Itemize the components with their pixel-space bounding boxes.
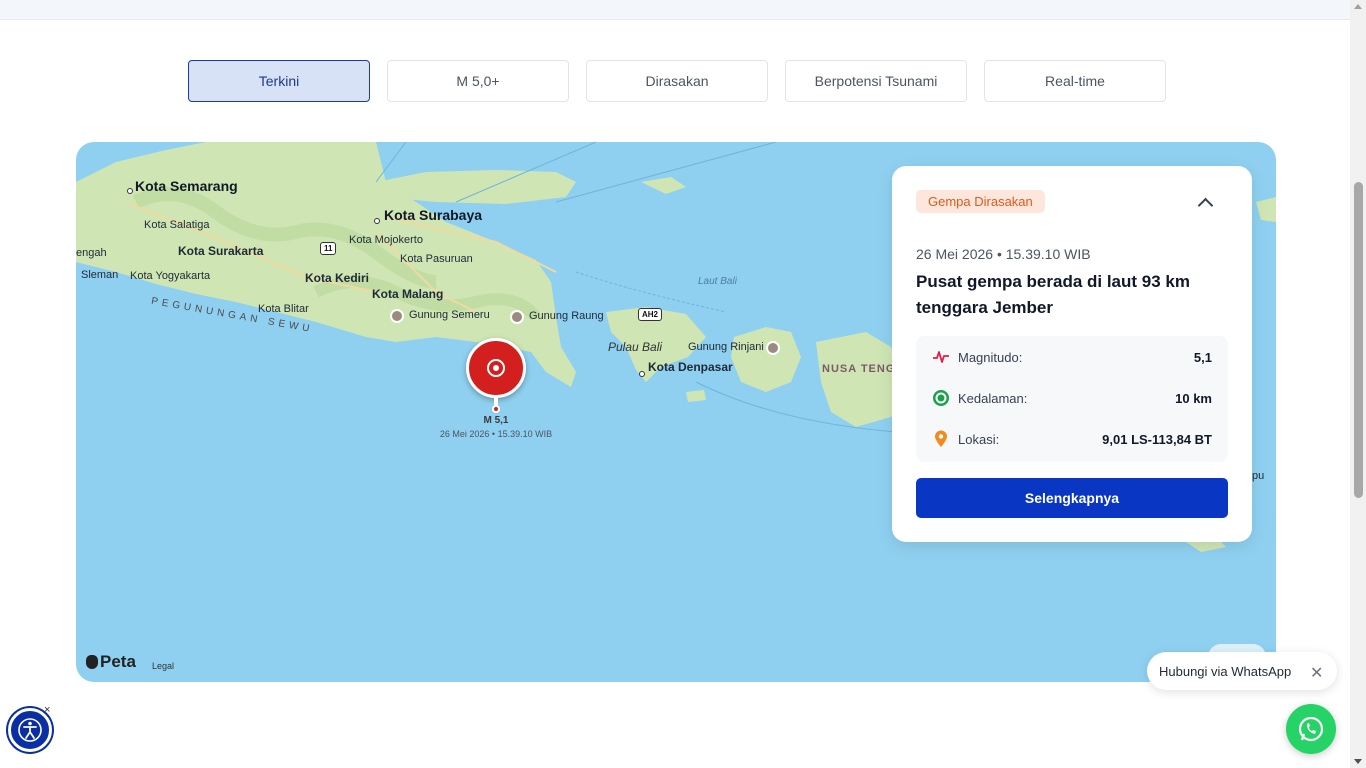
map-label-laut-bali: Laut Bali: [698, 276, 737, 287]
magnitude-value: 5,1: [1193, 349, 1212, 365]
depth-value: 10 km: [1175, 390, 1212, 406]
marker-time: 26 Mei 2026 • 15.39.10 WIB: [439, 429, 553, 439]
map-label-kota-mojokerto: Kota Mojokerto: [349, 234, 423, 246]
map-label-kota-surabaya: Kota Surabaya: [384, 207, 483, 223]
volcano-icon: [766, 341, 780, 355]
whatsapp-button[interactable]: [1286, 704, 1336, 754]
map-provider-logo: Peta: [86, 652, 136, 672]
details-button[interactable]: Selengkapnya: [916, 478, 1228, 518]
map-label-pulau-bali: Pulau Bali: [608, 340, 663, 354]
city-dot: [374, 218, 380, 224]
route-ah2-shield: AH2: [638, 308, 663, 321]
map-legal-link[interactable]: Legal: [152, 661, 174, 671]
map-label-kota-surakarta: Kota Surakarta: [178, 244, 264, 258]
marker-magnitude: M 5,1: [483, 415, 509, 426]
volcano-icon: [510, 310, 524, 324]
map-label-kota-denpasar: Kota Denpasar: [648, 360, 733, 374]
earthquake-epicenter-marker[interactable]: [466, 338, 526, 398]
tab-berpotensi-tsunami[interactable]: Berpotensi Tsunami: [785, 60, 967, 102]
whatsapp-label: Hubungi via WhatsApp: [1159, 663, 1292, 679]
quake-datetime: 26 Mei 2026 • 15.39.10 WIB: [916, 246, 1091, 262]
depth-label: Kedalaman:: [958, 390, 1028, 406]
location-label: Lokasi:: [958, 431, 1000, 447]
map-label-pu: pu: [1252, 470, 1265, 482]
map-label-kota-yogyakarta: Kota Yogyakarta: [130, 270, 211, 282]
map-label-kota-kediri: Kota Kediri: [305, 271, 370, 285]
location-pin-icon: [932, 430, 950, 448]
map-label-kota-blitar: Kota Blitar: [258, 303, 309, 315]
chevron-up-icon[interactable]: [1197, 197, 1214, 214]
route-11-shield: 11: [320, 242, 337, 255]
map-label-gunung-semeru: Gunung Semeru: [409, 309, 490, 321]
tab-terkini[interactable]: Terkini: [188, 60, 370, 102]
top-bar: [0, 0, 1350, 20]
status-badge: Gempa Dirasakan: [916, 190, 1045, 213]
tab-m5[interactable]: M 5,0+: [387, 60, 569, 102]
activity-icon: [932, 348, 950, 366]
map-label-kota-pasuruan: Kota Pasuruan: [400, 253, 473, 265]
map-label-gunung-rinjani: Gunung Rinjani: [688, 341, 764, 353]
filter-tabs: Terkini M 5,0+ Dirasakan Berpotensi Tsun…: [188, 60, 1166, 102]
depth-row: Kedalaman: 10 km: [932, 388, 1212, 408]
target-icon: [932, 389, 950, 407]
page-scrollbar[interactable]: [1350, 0, 1366, 768]
earthquake-info-card: Gempa Dirasakan 26 Mei 2026 • 15.39.10 W…: [892, 166, 1252, 542]
map-provider-name: Peta: [100, 652, 136, 671]
accessibility-icon: [18, 718, 42, 742]
map-label-kota-salatiga: Kota Salatiga: [144, 219, 210, 231]
city-dot: [639, 371, 645, 377]
map-label-kota-malang: Kota Malang: [372, 287, 444, 301]
close-icon[interactable]: ✕: [1310, 663, 1323, 683]
epicenter-point: [492, 405, 500, 413]
target-core-icon: [493, 365, 499, 371]
magnitude-row: Magnitudo: 5,1: [932, 347, 1212, 367]
scroll-down-icon[interactable]: [1354, 759, 1362, 764]
map-label-engah: engah: [76, 247, 107, 259]
map-label-gunung-raung: Gunung Raung: [529, 310, 604, 322]
apple-icon: [86, 655, 98, 669]
volcano-icon: [390, 309, 404, 323]
scroll-up-icon[interactable]: [1354, 4, 1362, 9]
map-label-sleman: Sleman: [81, 269, 119, 281]
quake-title: Pusat gempa berada di laut 93 km tenggar…: [916, 272, 1190, 317]
whatsapp-bubble[interactable]: Hubungi via WhatsApp ✕: [1147, 652, 1337, 690]
city-dot: [127, 188, 133, 194]
whatsapp-icon: [1298, 716, 1324, 742]
magnitude-label: Magnitudo:: [958, 349, 1023, 365]
quake-details: Magnitudo: 5,1 Kedalaman: 10 km Lokasi: …: [916, 336, 1228, 462]
tab-real-time[interactable]: Real-time: [984, 60, 1166, 102]
tab-dirasakan[interactable]: Dirasakan: [586, 60, 768, 102]
scrollbar-thumb[interactable]: [1354, 182, 1363, 498]
location-value: 9,01 LS-113,84 BT: [1102, 431, 1212, 447]
accessibility-close-icon[interactable]: ×: [44, 704, 50, 716]
location-row: Lokasi: 9,01 LS-113,84 BT: [932, 429, 1212, 449]
map-label-kota-semarang: Kota Semarang: [135, 178, 238, 194]
map-label-nusa-tenggara-barat: NUSA TENGGARA BARAT: [822, 363, 977, 375]
